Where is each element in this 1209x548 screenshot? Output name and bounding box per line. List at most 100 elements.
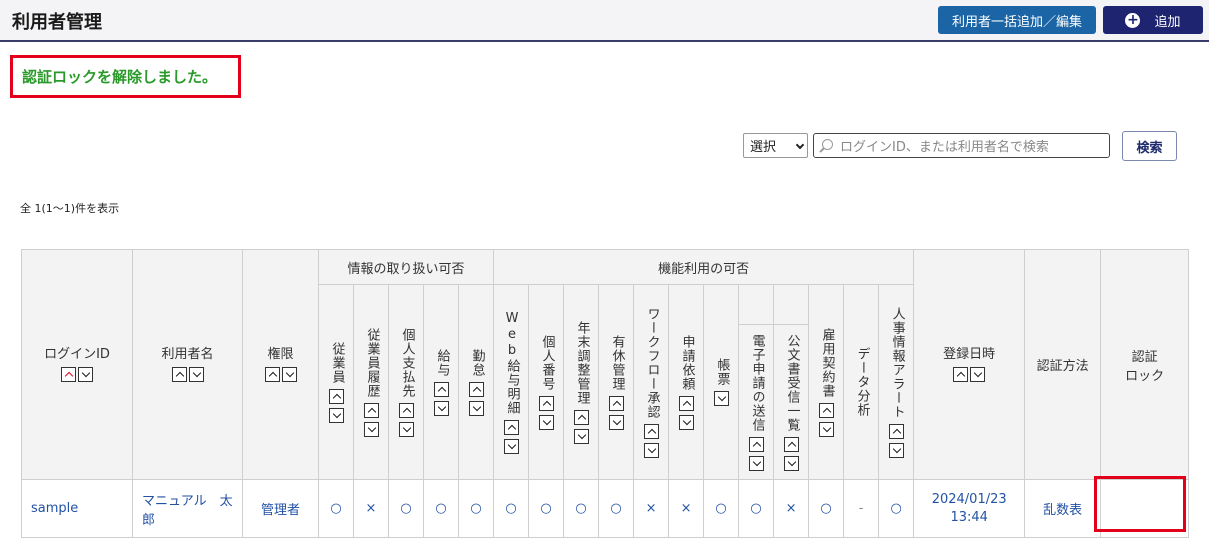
sort-desc-icon[interactable] [608, 414, 624, 430]
header-func-col: 帳票 [703, 284, 740, 480]
user-name-link[interactable]: マニュアル 太郎 [142, 494, 233, 528]
cell-func-flag: × [773, 479, 810, 538]
header-func-col [738, 284, 775, 325]
header-auth-lock-line2: ロック [1125, 368, 1165, 384]
cell-login-id: sample [21, 479, 133, 538]
header-func-col: ワークフロー承認 [633, 284, 670, 480]
header-func-label: 個人番号 [539, 334, 555, 391]
role-link[interactable]: 管理者 [261, 503, 300, 518]
sort-control [538, 395, 554, 430]
search-placeholder: ログインID、または利用者名で検索 [840, 140, 1049, 155]
sort-asc-icon[interactable] [678, 395, 694, 411]
sort-desc-icon[interactable] [748, 455, 764, 471]
search-type-value: 選択 [750, 140, 777, 155]
auth-method-link[interactable]: 乱数表 [1043, 503, 1082, 518]
header-func-col: 電子申請の送信 [738, 324, 775, 480]
add-button[interactable]: + 追加 [1103, 6, 1203, 34]
header-func-col: 公文書受信一覧 [773, 324, 810, 480]
header-func-col: データ分析 [843, 284, 880, 480]
sort-desc-icon[interactable] [888, 442, 904, 458]
sort-asc-icon[interactable] [264, 367, 280, 382]
sort-desc-icon[interactable] [970, 367, 986, 382]
sort-desc-icon[interactable] [573, 428, 589, 444]
sort-asc-icon[interactable] [171, 367, 187, 382]
header-func-col: 申請依頼 [668, 284, 705, 480]
search-button[interactable]: 検索 [1122, 131, 1177, 161]
sort-asc-icon[interactable] [783, 436, 799, 452]
header-auth-method: 認証方法 [1024, 249, 1102, 480]
table-row: sample マニュアル 太郎 管理者 ○ × ○ ○ ○ ○ ○ ○ ○ × … [21, 479, 1190, 538]
header-user-name-label: 利用者名 [161, 347, 214, 362]
sort-desc-icon[interactable] [643, 442, 659, 458]
sort-desc-icon[interactable] [783, 455, 799, 471]
sort-desc-icon[interactable] [503, 438, 519, 454]
sort-desc-icon[interactable] [328, 407, 344, 423]
sort-desc-icon[interactable] [281, 367, 297, 382]
add-button-label: 追加 [1154, 14, 1181, 30]
sort-asc-icon[interactable] [503, 419, 519, 435]
header-info-label: 個人支払先 [399, 327, 415, 398]
header-info-col: 従業員履歴 [353, 284, 389, 480]
registered-date: 2024/01/23 [931, 492, 1007, 507]
header-func-label: ワークフロー承認 [644, 306, 660, 419]
sort-asc-icon[interactable] [608, 395, 624, 411]
sort-desc-icon[interactable] [818, 421, 834, 437]
header-auth-lock-line1: 認証 [1131, 349, 1158, 365]
sort-asc-icon[interactable] [328, 388, 344, 404]
sort-control [398, 402, 414, 437]
header-info-label: 従業員 [329, 341, 345, 384]
sort-asc-icon[interactable] [538, 395, 554, 411]
sort-control [888, 423, 904, 458]
sort-control [818, 402, 834, 437]
cell-info-flag: ○ [388, 479, 424, 538]
header-func-label: 公文書受信一覧 [784, 333, 800, 432]
header-user-name: 利用者名 [132, 249, 243, 480]
sort-asc-icon[interactable] [573, 409, 589, 425]
sort-desc-icon[interactable] [78, 367, 93, 382]
sort-desc-icon[interactable] [363, 421, 379, 437]
header-info-col: 従業員 [318, 284, 354, 480]
header-role: 権限 [242, 249, 319, 480]
sort-control [433, 381, 449, 416]
sort-desc-icon[interactable] [713, 391, 729, 406]
header-func-col: 雇用契約書 [808, 284, 845, 480]
cell-role: 管理者 [242, 479, 319, 538]
sort-desc-icon[interactable] [188, 367, 204, 382]
header-func-col: 年末調整管理 [563, 284, 600, 480]
header-registered: 登録日時 [913, 249, 1026, 480]
sort-control [643, 423, 659, 458]
sort-asc-icon[interactable] [398, 402, 414, 418]
header-func-label: 年末調整管理 [574, 320, 590, 405]
search-input[interactable]: ログインID、または利用者名で検索 [813, 133, 1110, 158]
sort-control [503, 419, 519, 454]
cell-registered: 2024/01/23 13:44 [913, 479, 1026, 538]
sort-desc-icon[interactable] [538, 414, 554, 430]
cell-func-flag: ○ [738, 479, 775, 538]
sort-asc-icon[interactable] [61, 367, 76, 382]
header-func-label: 帳票 [714, 358, 730, 386]
sort-asc-icon[interactable] [888, 423, 904, 439]
sort-desc-icon[interactable] [678, 414, 694, 430]
sort-asc-icon[interactable] [643, 423, 659, 439]
sort-asc-icon[interactable] [953, 367, 969, 382]
sort-login-id [61, 367, 93, 382]
sort-asc-icon[interactable] [363, 402, 379, 418]
header-func-label: Web給与明細 [504, 310, 520, 415]
header-info-label: 給与 [434, 348, 450, 377]
sort-desc-icon[interactable] [398, 421, 414, 437]
cell-func-flag: ○ [878, 479, 915, 538]
login-id-link[interactable]: sample [31, 501, 78, 516]
sort-desc-icon[interactable] [433, 400, 449, 416]
cell-info-flag: ○ [423, 479, 459, 538]
sort-control [363, 402, 379, 437]
bulk-add-edit-button[interactable]: 利用者一括追加／編集 [938, 6, 1096, 34]
sort-asc-icon[interactable] [748, 436, 764, 452]
search-type-select[interactable]: 選択 [743, 133, 808, 158]
header-info-label: 従業員履歴 [364, 327, 380, 398]
sort-asc-icon[interactable] [433, 381, 449, 397]
sort-desc-icon[interactable] [468, 400, 484, 416]
sort-asc-icon[interactable] [818, 402, 834, 418]
registered-time: 13:44 [950, 510, 988, 525]
cell-func-flag: ○ [563, 479, 600, 538]
sort-asc-icon[interactable] [468, 381, 484, 397]
